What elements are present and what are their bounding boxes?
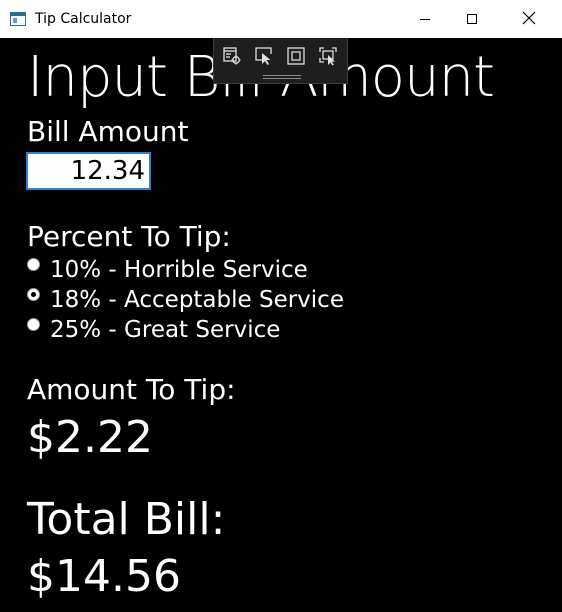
tip-option-label: 10% - Horrible Service <box>50 257 308 283</box>
app-window: Tip Calculator Input Bill Amount <box>0 0 562 612</box>
live-visual-tree-button[interactable] <box>219 45 245 71</box>
bill-amount-input[interactable] <box>26 152 151 190</box>
radio-button-selected[interactable] <box>27 288 40 301</box>
amount-to-tip-value: $2.22 <box>27 412 153 463</box>
app-window-icon <box>10 11 26 27</box>
track-focused-element-button[interactable] <box>315 45 341 71</box>
tip-option-label: 25% - Great Service <box>50 317 281 343</box>
total-bill-label: Total Bill: <box>27 494 226 545</box>
select-element-icon <box>254 46 274 70</box>
maximize-icon <box>466 10 478 29</box>
track-focused-element-icon <box>318 46 338 70</box>
display-layout-adorners-icon <box>286 46 306 70</box>
amount-to-tip-label: Amount To Tip: <box>27 373 236 406</box>
maximize-button[interactable] <box>449 0 495 38</box>
total-bill-value: $14.56 <box>27 551 181 602</box>
close-icon <box>522 10 536 29</box>
title-bar[interactable]: Tip Calculator <box>0 0 562 38</box>
close-button[interactable] <box>506 0 552 38</box>
bill-amount-label: Bill Amount <box>27 115 189 148</box>
minimize-icon <box>419 10 431 29</box>
display-layout-adorners-button[interactable] <box>283 45 309 71</box>
tip-option-label: 18% - Acceptable Service <box>50 287 344 313</box>
radio-button[interactable] <box>27 318 40 331</box>
window-title: Tip Calculator <box>35 11 132 27</box>
select-element-button[interactable] <box>251 45 277 71</box>
toolbar-grip[interactable] <box>263 75 301 79</box>
live-visual-tree-icon <box>222 46 242 70</box>
xaml-debug-toolbar[interactable] <box>213 38 348 84</box>
percent-to-tip-label: Percent To Tip: <box>27 220 231 253</box>
minimize-button[interactable] <box>402 0 448 38</box>
radio-button[interactable] <box>27 258 40 271</box>
